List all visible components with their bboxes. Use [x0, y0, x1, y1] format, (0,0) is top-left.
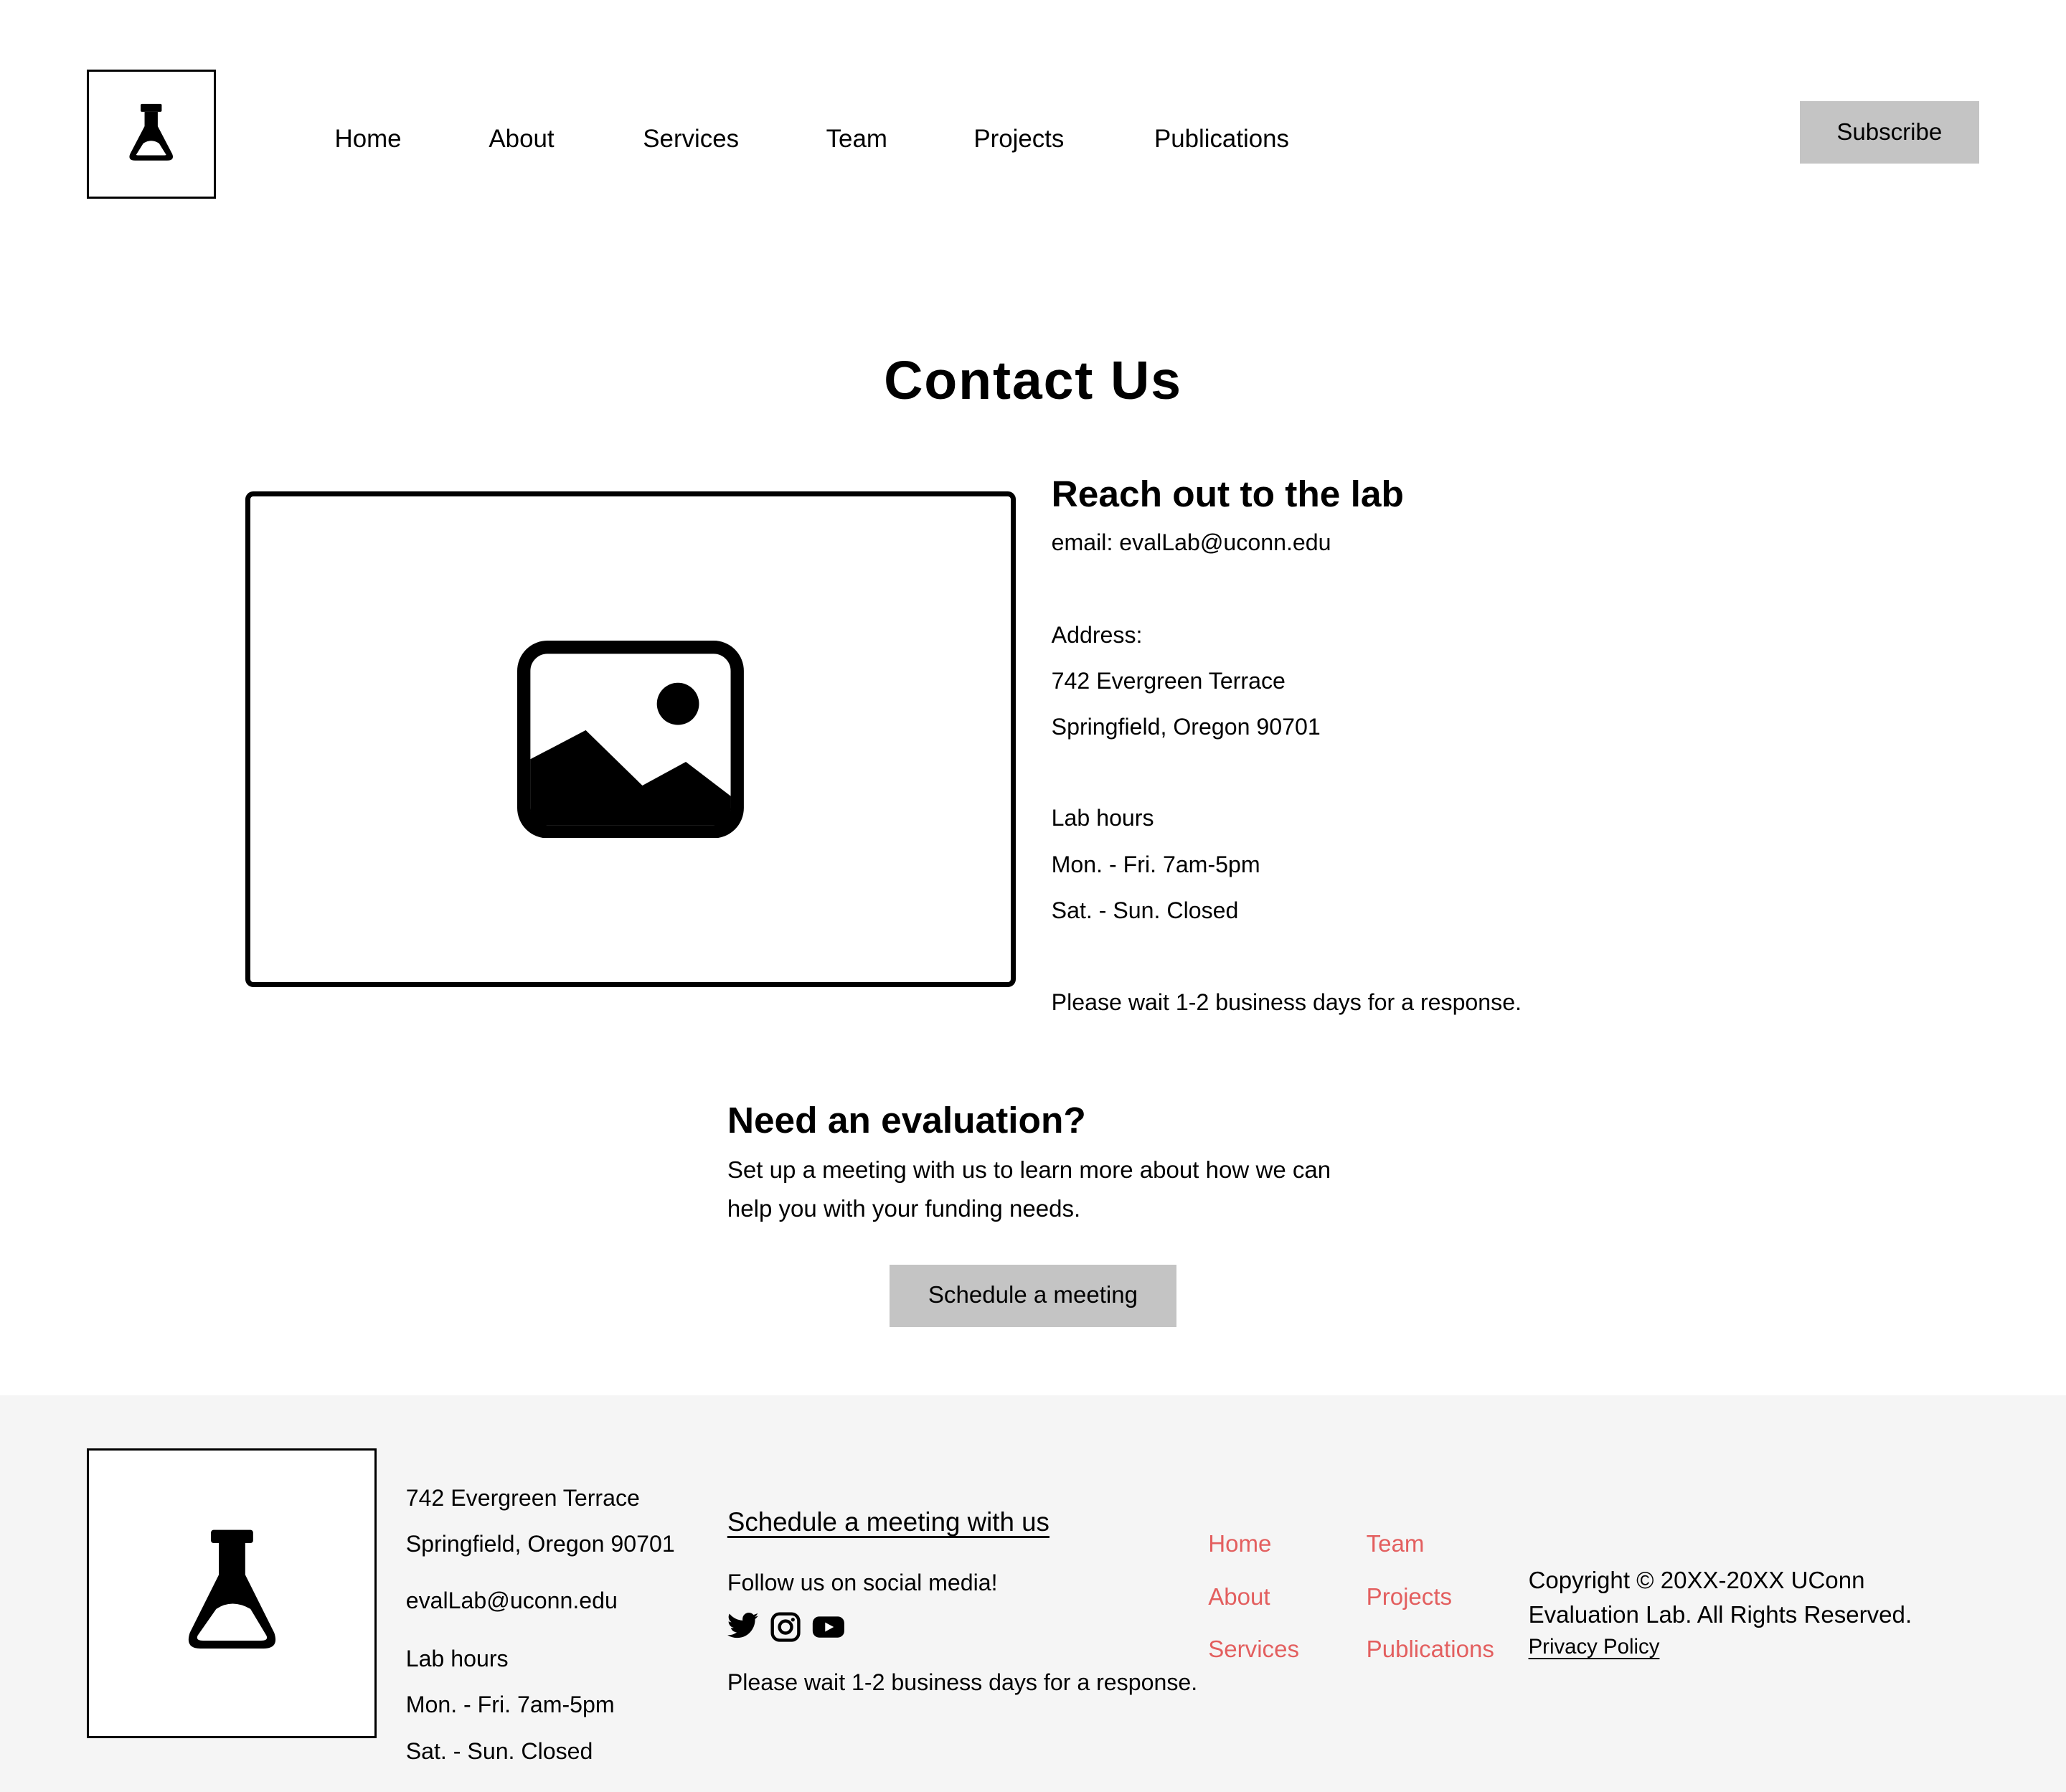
instagram-icon[interactable]	[770, 1611, 801, 1643]
social-label: Follow us on social media!	[727, 1569, 998, 1595]
footer-nav-publications[interactable]: Publications	[1367, 1636, 1494, 1664]
footer-nav-services[interactable]: Services	[1208, 1636, 1299, 1664]
page: Home About Services Team Projects Public…	[0, 0, 2066, 1792]
evaluation-section: Need an evaluation? Set up a meeting wit…	[727, 1096, 1386, 1228]
response-note: Please wait 1-2 business days for a resp…	[1051, 989, 1522, 1016]
schedule-meeting-link[interactable]: Schedule a meeting with us	[727, 1507, 1049, 1537]
footer: 742 Evergreen Terrace Springfield, Orego…	[0, 1395, 2066, 1792]
social-links	[727, 1611, 846, 1643]
nav-team[interactable]: Team	[826, 125, 887, 154]
schedule-meeting-button[interactable]: Schedule a meeting	[889, 1265, 1177, 1327]
logo[interactable]	[87, 70, 217, 199]
nav-publications[interactable]: Publications	[1154, 125, 1289, 154]
nav-projects[interactable]: Projects	[973, 125, 1064, 154]
page-title: Contact Us	[884, 349, 1182, 410]
address-label: Address:	[1051, 621, 1143, 648]
twitter-icon[interactable]	[727, 1611, 759, 1643]
image-placeholder-icon	[516, 640, 744, 839]
flask-icon	[188, 1529, 275, 1649]
flask-icon	[129, 104, 174, 161]
nav-about[interactable]: About	[489, 125, 554, 154]
nav-services[interactable]: Services	[643, 125, 739, 154]
nav-home[interactable]: Home	[335, 125, 402, 154]
footer-email: evalLab@uconn.edu	[405, 1588, 618, 1614]
hours-label: Lab hours	[1051, 805, 1154, 831]
footer-hours-label: Lab hours	[405, 1646, 509, 1672]
hours-weekday: Mon. - Fri. 7am-5pm	[1051, 851, 1260, 877]
subscribe-button[interactable]: Subscribe	[1799, 101, 1979, 164]
address-line2: Springfield, Oregon 90701	[1051, 714, 1321, 740]
hours-weekend: Sat. - Sun. Closed	[1051, 897, 1239, 923]
footer-nav-team[interactable]: Team	[1367, 1531, 1425, 1558]
evaluation-heading: Need an evaluation?	[727, 1099, 1086, 1141]
youtube-icon[interactable]	[811, 1611, 846, 1643]
privacy-policy-link[interactable]: Privacy Policy	[1529, 1635, 1660, 1659]
footer-response-note: Please wait 1-2 business days for a resp…	[727, 1669, 1198, 1696]
evaluation-description: Set up a meeting with us to learn more a…	[727, 1157, 1331, 1222]
image-placeholder	[245, 491, 1017, 987]
contact-heading: Reach out to the lab	[1051, 472, 1404, 514]
footer-hours-weekday: Mon. - Fri. 7am-5pm	[405, 1692, 615, 1718]
footer-address-line1: 742 Evergreen Terrace	[405, 1484, 640, 1511]
footer-nav-home[interactable]: Home	[1208, 1531, 1271, 1558]
contact-email: email: evalLab@uconn.edu	[1051, 529, 1331, 556]
copyright-text: Copyright © 20XX-20XX UConn Evaluation L…	[1528, 1567, 1912, 1628]
footer-hours-weekend: Sat. - Sun. Closed	[405, 1737, 593, 1764]
footer-nav-projects[interactable]: Projects	[1367, 1584, 1452, 1611]
footer-nav-about[interactable]: About	[1208, 1584, 1270, 1611]
footer-address-line2: Springfield, Oregon 90701	[405, 1531, 675, 1557]
footer-logo[interactable]	[87, 1448, 377, 1738]
contact-info: Reach out to the lab email: evalLab@ucon…	[1051, 469, 1522, 1015]
address-line1: 742 Evergreen Terrace	[1051, 668, 1286, 694]
